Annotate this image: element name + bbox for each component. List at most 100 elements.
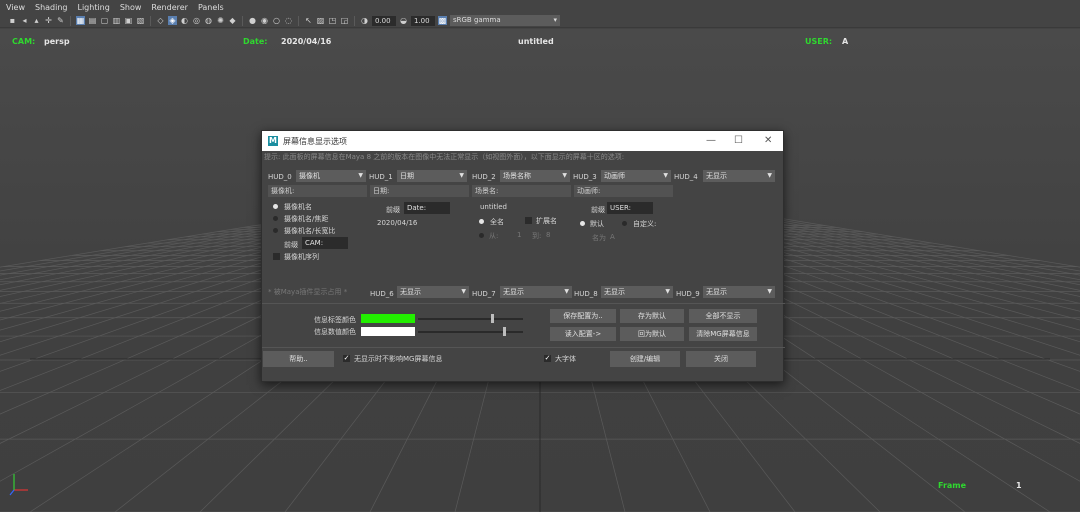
scene-field[interactable]: 场景名: bbox=[472, 185, 571, 197]
exposure-field[interactable]: 0.00 bbox=[372, 15, 396, 26]
date-field[interactable]: 日期: bbox=[370, 185, 469, 197]
smooth-shade-icon[interactable]: ◈ bbox=[168, 16, 177, 25]
menu-view[interactable]: View bbox=[6, 3, 25, 12]
camera-icon[interactable]: ▪ bbox=[8, 16, 17, 25]
create-edit-button[interactable]: 创建/编辑 bbox=[610, 351, 680, 367]
camera-attributes-icon[interactable]: ◂ bbox=[20, 16, 29, 25]
camera-prefix-input[interactable]: CAM: bbox=[302, 237, 348, 249]
field-chart-icon[interactable]: ▣ bbox=[124, 16, 133, 25]
xray-icon[interactable]: ▨ bbox=[316, 16, 325, 25]
hud7-select[interactable]: 无显示 ▼ bbox=[500, 286, 572, 298]
antialiasing-icon[interactable]: ○ bbox=[272, 16, 281, 25]
maya-logo-icon: M bbox=[268, 136, 278, 146]
clear-mg-button[interactable]: 清除MG屏幕信息 bbox=[689, 327, 757, 341]
help-button[interactable]: 帮助.. bbox=[263, 351, 334, 367]
hud-user-key: USER: bbox=[805, 37, 833, 46]
resolution-gate-icon[interactable]: ▢ bbox=[100, 16, 109, 25]
chevron-down-icon: ▼ bbox=[665, 288, 670, 295]
menu-shading[interactable]: Shading bbox=[35, 3, 68, 12]
gamma-icon: ◒ bbox=[400, 16, 407, 25]
wireframe-on-shaded-icon[interactable]: ◎ bbox=[192, 16, 201, 25]
menu-lighting[interactable]: Lighting bbox=[77, 3, 109, 12]
gate-mask-icon[interactable]: ▥ bbox=[112, 16, 121, 25]
label-color-slider-thumb[interactable] bbox=[491, 314, 494, 323]
restore-default-button[interactable]: 回为默认 bbox=[620, 327, 684, 341]
camera-field[interactable]: 摄像机: bbox=[268, 185, 367, 197]
hud3-select[interactable]: 动画师 ▼ bbox=[601, 170, 671, 182]
save-config-button[interactable]: 保存配置为.. bbox=[550, 309, 616, 323]
date-value-text: 2020/04/16 bbox=[377, 219, 418, 227]
value-color-slider-thumb[interactable] bbox=[503, 327, 506, 336]
no-affect-mg-checkbox[interactable]: ✓ bbox=[343, 355, 350, 362]
hud9-select[interactable]: 无显示 ▼ bbox=[703, 286, 775, 298]
hud0-select[interactable]: 摄像机 ▼ bbox=[296, 170, 366, 182]
date-prefix-input[interactable]: Date: bbox=[404, 202, 450, 214]
hide-all-button[interactable]: 全部不显示 bbox=[689, 309, 757, 323]
menu-renderer[interactable]: Renderer bbox=[151, 3, 188, 12]
camera-focal-radio[interactable] bbox=[273, 216, 278, 221]
animator-field[interactable]: 动画师: bbox=[574, 185, 673, 197]
bookmark-icon[interactable]: ▴ bbox=[32, 16, 41, 25]
view-axis-icon bbox=[9, 474, 28, 496]
close-button[interactable]: 关闭 bbox=[686, 351, 756, 367]
wireframe-icon[interactable]: ◇ bbox=[156, 16, 165, 25]
camera-name-radio[interactable] bbox=[273, 204, 278, 209]
hud1-select[interactable]: 日期 ▼ bbox=[397, 170, 467, 182]
value-color-text: 信息数值颜色 bbox=[314, 328, 356, 336]
menu-panels[interactable]: Panels bbox=[198, 3, 224, 12]
maximize-icon[interactable]: ☐ bbox=[734, 135, 743, 146]
animator-custom-radio[interactable] bbox=[622, 221, 627, 226]
xray-joints-icon[interactable]: ◳ bbox=[328, 16, 337, 25]
pencil-icon[interactable]: ✎ bbox=[56, 16, 65, 25]
chevron-down-icon: ▼ bbox=[564, 288, 569, 295]
safe-action-icon[interactable]: ▧ bbox=[136, 16, 145, 25]
value-color-slider-track[interactable] bbox=[418, 331, 523, 333]
menu-show[interactable]: Show bbox=[120, 3, 142, 12]
date-prefix-label: 前缀 bbox=[386, 206, 400, 214]
grid-toggle-icon[interactable]: ▦ bbox=[76, 16, 85, 25]
hud6-select[interactable]: 无显示 ▼ bbox=[397, 286, 469, 298]
label-color-swatch[interactable] bbox=[361, 314, 415, 323]
viewport-toolbar: ▪ ◂ ▴ ✛ ✎ ▦ ▤ ▢ ▥ ▣ ▧ ◇ ◈ ◐ ◎ ◍ ✺ ◆ ● ◉ … bbox=[0, 14, 1080, 28]
minimize-icon[interactable]: — bbox=[706, 135, 716, 146]
hud4-select[interactable]: 无显示 ▼ bbox=[703, 170, 775, 182]
scene-fullname-radio[interactable] bbox=[479, 219, 484, 224]
animator-prefix-label: 前缀 bbox=[591, 206, 605, 214]
color-management-icon[interactable]: ▩ bbox=[438, 16, 447, 25]
depth-of-field-icon[interactable]: ◌ bbox=[284, 16, 293, 25]
close-icon[interactable]: ✕ bbox=[764, 135, 772, 146]
big-font-checkbox[interactable]: ✓ bbox=[544, 355, 551, 362]
load-config-button[interactable]: 读入配置-> bbox=[550, 327, 616, 341]
hud-camera-key: CAM: bbox=[12, 37, 36, 46]
xray-components-icon[interactable]: ◲ bbox=[340, 16, 349, 25]
camera-aspect-radio[interactable] bbox=[273, 228, 278, 233]
lights-icon[interactable]: ✺ bbox=[216, 16, 225, 25]
scene-extension-checkbox[interactable] bbox=[525, 217, 532, 224]
film-gate-icon[interactable]: ▤ bbox=[88, 16, 97, 25]
dialog-title-bar[interactable]: M 屏幕信息显示选项 — ☐ ✕ bbox=[262, 131, 783, 151]
set-default-button[interactable]: 存为默认 bbox=[620, 309, 684, 323]
gamma-field[interactable]: 1.00 bbox=[411, 15, 435, 26]
colorspace-value: sRGB gamma bbox=[453, 16, 501, 24]
hud2-select[interactable]: 场景名称 ▼ bbox=[500, 170, 570, 182]
value-color-swatch[interactable] bbox=[361, 327, 415, 336]
isolate-select-icon[interactable]: ↖ bbox=[304, 16, 313, 25]
motion-blur-icon[interactable]: ◉ bbox=[260, 16, 269, 25]
dialog-divider bbox=[262, 347, 785, 348]
image-plane-icon[interactable]: ✛ bbox=[44, 16, 53, 25]
hud4-value: 无显示 bbox=[706, 172, 727, 180]
textured-icon[interactable]: ◍ bbox=[204, 16, 213, 25]
default-material-icon[interactable]: ◐ bbox=[180, 16, 189, 25]
colorspace-select[interactable]: sRGB gamma ▾ bbox=[450, 15, 560, 26]
scene-to-value[interactable]: 8 bbox=[546, 231, 550, 239]
animator-prefix-input[interactable]: USER: bbox=[607, 202, 653, 214]
scene-from-value[interactable]: 1 bbox=[517, 231, 521, 239]
toolbar-separator bbox=[354, 15, 355, 26]
ambient-occlusion-icon[interactable]: ● bbox=[248, 16, 257, 25]
label-color-slider-track[interactable] bbox=[418, 318, 523, 320]
shadows-icon[interactable]: ◆ bbox=[228, 16, 237, 25]
scene-range-radio[interactable] bbox=[479, 233, 484, 238]
hud8-select[interactable]: 无显示 ▼ bbox=[601, 286, 673, 298]
animator-default-radio[interactable] bbox=[580, 221, 585, 226]
camera-sequence-checkbox[interactable] bbox=[273, 253, 280, 260]
